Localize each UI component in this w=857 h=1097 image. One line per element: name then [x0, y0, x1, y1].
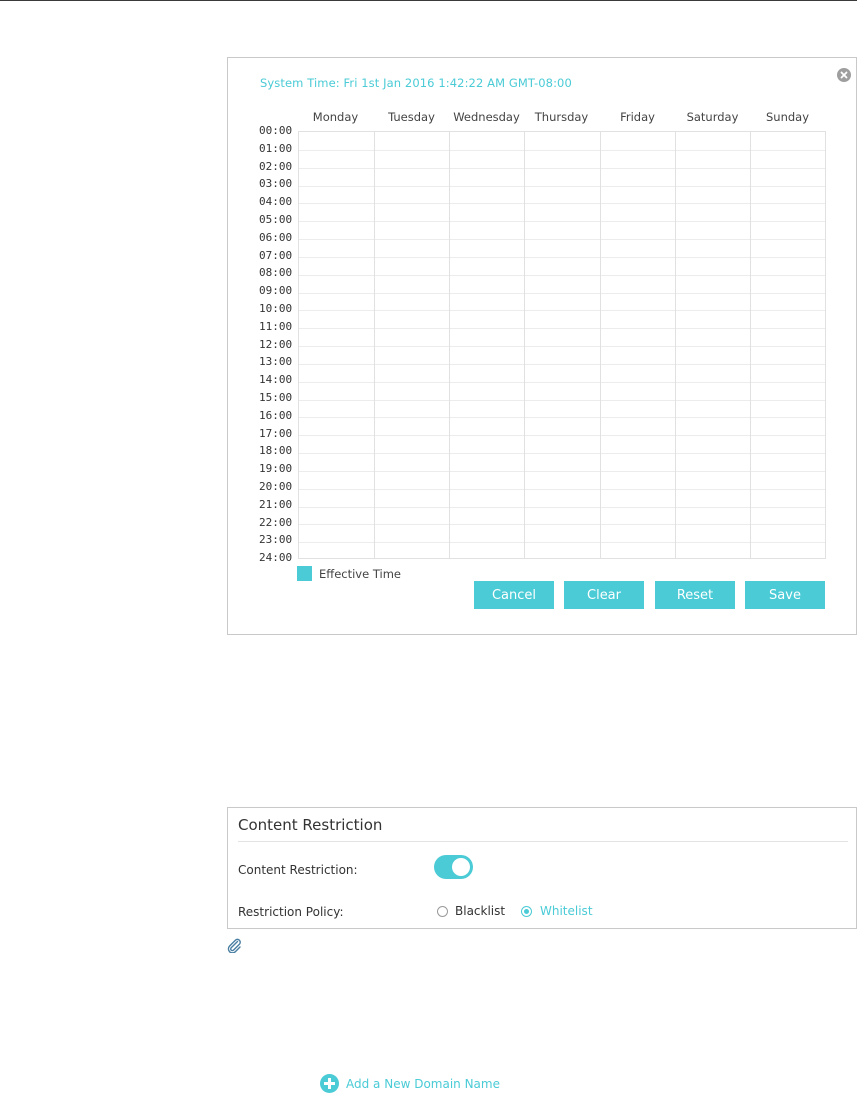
- grid-line: [299, 470, 825, 472]
- paperclip-icon: [226, 937, 242, 954]
- grid-line: [299, 488, 825, 490]
- grid-line: [299, 221, 825, 223]
- grid-line: [750, 132, 751, 558]
- grid-line: [299, 328, 825, 330]
- content-restriction-toggle[interactable]: [434, 855, 473, 879]
- day-header-monday: Monday: [312, 110, 359, 124]
- grid-line: [299, 310, 825, 312]
- time-label: 18:00: [259, 444, 293, 457]
- day-header-saturday: Saturday: [686, 110, 739, 124]
- time-label: 17:00: [259, 427, 293, 440]
- time-label: 15:00: [259, 391, 293, 404]
- grid-line: [449, 132, 450, 558]
- grid-line: [299, 346, 825, 347]
- grid-line: [299, 381, 825, 383]
- time-label: 24:00: [259, 551, 293, 564]
- schedule-grid[interactable]: [298, 131, 826, 559]
- grid-line: [299, 149, 825, 151]
- grid-line: [299, 167, 825, 169]
- save-button[interactable]: Save: [745, 581, 825, 609]
- grid-line: [299, 292, 825, 294]
- time-label: 19:00: [259, 462, 293, 475]
- system-time: System Time: Fri 1st Jan 2016 1:42:22 AM…: [260, 76, 572, 90]
- grid-line: [299, 274, 825, 276]
- time-label: 01:00: [259, 142, 293, 155]
- whitelist-label[interactable]: Whitelist: [540, 904, 593, 918]
- time-label: 11:00: [259, 320, 293, 333]
- day-header-tuesday: Tuesday: [388, 110, 435, 124]
- add-domain-label: Add a New Domain Name: [346, 1076, 500, 1091]
- time-label: 20:00: [259, 480, 293, 493]
- time-label: 13:00: [259, 355, 293, 368]
- legend-swatch: [297, 566, 312, 581]
- top-rule: [0, 0, 857, 1]
- time-label: 09:00: [259, 284, 293, 297]
- grid-line: [299, 506, 825, 508]
- grid-line: [299, 435, 825, 437]
- reset-button[interactable]: Reset: [655, 581, 735, 609]
- grid-line: [299, 399, 825, 401]
- time-label: 00:00: [259, 124, 293, 137]
- grid-line: [299, 185, 825, 187]
- content-restriction-label: Content Restriction:: [238, 863, 358, 877]
- section-title: Content Restriction: [238, 816, 383, 834]
- legend-label: Effective Time: [319, 567, 401, 581]
- toggle-knob: [452, 858, 470, 876]
- grid-line: [299, 256, 825, 258]
- plus-circle-icon: [320, 1074, 339, 1093]
- time-label: 04:00: [259, 195, 293, 208]
- time-label: 06:00: [259, 231, 293, 244]
- grid-line: [299, 239, 825, 240]
- cancel-button[interactable]: Cancel: [474, 581, 554, 609]
- grid-line: [299, 203, 825, 205]
- time-label: 05:00: [259, 213, 293, 226]
- blacklist-radio[interactable]: [437, 906, 448, 917]
- grid-line: [675, 132, 676, 558]
- grid-line: [374, 132, 375, 558]
- day-header-friday: Friday: [620, 110, 655, 124]
- day-header-sunday: Sunday: [765, 110, 810, 124]
- content-restriction-panel: Content Restriction Content Restriction:…: [227, 807, 857, 929]
- grid-line: [299, 417, 825, 419]
- schedule-panel: System Time: Fri 1st Jan 2016 1:42:22 AM…: [227, 57, 857, 635]
- time-label: 02:00: [259, 160, 293, 173]
- blacklist-label[interactable]: Blacklist: [455, 904, 505, 918]
- grid-line: [600, 132, 601, 558]
- day-header-thursday: Thursday: [534, 110, 589, 124]
- clear-button[interactable]: Clear: [564, 581, 644, 609]
- add-domain-button[interactable]: Add a New Domain Name: [320, 1074, 500, 1093]
- time-label: 03:00: [259, 177, 293, 190]
- grid-line: [299, 542, 825, 544]
- time-label: 16:00: [259, 409, 293, 422]
- time-label: 07:00: [259, 249, 293, 262]
- whitelist-radio[interactable]: [521, 906, 532, 917]
- time-label: 12:00: [259, 338, 293, 351]
- day-header-wednesday: Wednesday: [453, 110, 520, 124]
- grid-line: [299, 453, 825, 454]
- time-label: 10:00: [259, 302, 293, 315]
- time-label: 08:00: [259, 266, 293, 279]
- close-icon[interactable]: [837, 68, 851, 82]
- time-label: 23:00: [259, 533, 293, 546]
- restriction-policy-label: Restriction Policy:: [238, 905, 344, 919]
- grid-line: [524, 132, 525, 558]
- grid-line: [299, 363, 825, 365]
- divider: [238, 841, 848, 842]
- grid-line: [299, 524, 825, 526]
- time-label: 21:00: [259, 498, 293, 511]
- time-label: 22:00: [259, 516, 293, 529]
- time-label: 14:00: [259, 373, 293, 386]
